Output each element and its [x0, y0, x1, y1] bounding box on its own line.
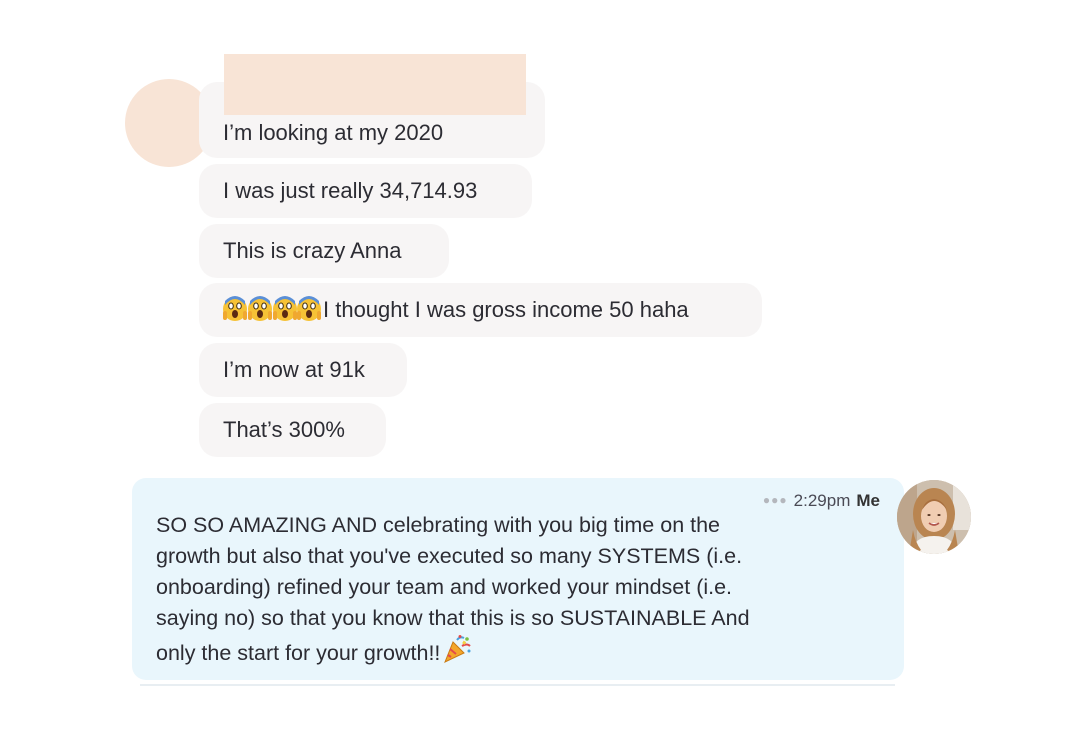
message-time: 2:29pm	[793, 491, 851, 510]
sent-message[interactable]: ●●● 2:29pm Me SO SO AMAZING AND celebratin…	[132, 478, 904, 680]
message-text: That’s 300%	[223, 417, 345, 442]
message-text: I was just really 34,714.93	[223, 178, 478, 203]
party-popper-emoji-icon	[442, 634, 472, 673]
sender-label: Me	[856, 491, 880, 510]
received-message[interactable]: This is crazy Anna	[199, 224, 449, 278]
received-message[interactable]: I was just really 34,714.93	[199, 164, 532, 218]
chat-thread: I’m looking at my 2020 I was just really…	[0, 0, 1080, 744]
message-text: I’m now at 91k	[223, 357, 365, 382]
my-avatar[interactable]	[897, 480, 971, 554]
message-text: This is crazy Anna	[223, 238, 402, 263]
divider	[140, 684, 895, 686]
message-text: I thought I was gross income 50 haha	[323, 297, 689, 322]
typing-dots-icon: ●●●	[762, 493, 788, 507]
received-message[interactable]: I’m now at 91k	[199, 343, 407, 397]
sent-message-body: SO SO AMAZING AND celebrating with you b…	[156, 510, 880, 673]
message-meta: ●●● 2:29pm Me	[763, 491, 880, 511]
received-message[interactable]: That’s 300%	[199, 403, 386, 457]
screaming-face-emoji-icon	[223, 295, 321, 323]
contact-name-redacted	[224, 54, 526, 115]
message-text: I’m looking at my 2020	[223, 120, 444, 145]
received-message[interactable]: I thought I was gross income 50 haha	[199, 283, 762, 337]
